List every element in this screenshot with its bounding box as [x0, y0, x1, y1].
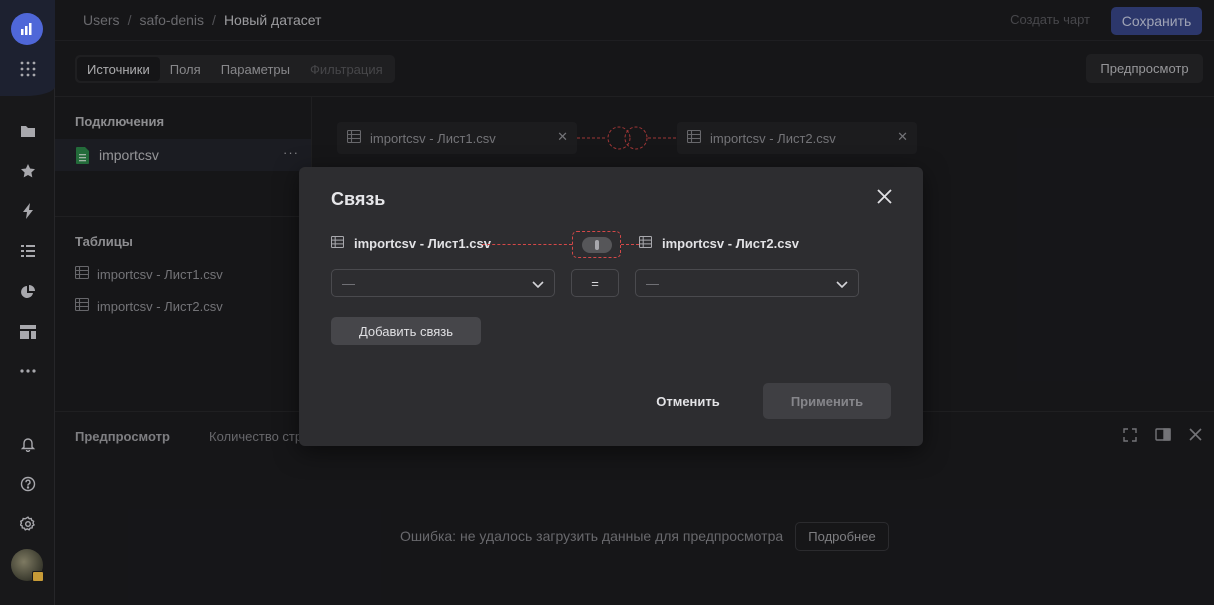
relation-left-table-name: importcsv - Лист1.csv: [354, 236, 491, 251]
right-field-select[interactable]: —: [635, 269, 859, 297]
more-icon[interactable]: [0, 359, 55, 383]
dashboard-icon[interactable]: [0, 320, 55, 344]
bell-icon[interactable]: [0, 432, 55, 456]
relation-line: [482, 244, 572, 245]
lightning-icon[interactable]: [0, 199, 55, 223]
relation-dialog: Связь importcsv - Лист1.csv importcsv - …: [299, 167, 923, 446]
table-icon: [330, 235, 345, 251]
close-icon[interactable]: [877, 189, 895, 207]
relation-left-table: importcsv - Лист1.csv: [330, 235, 491, 251]
user-avatar[interactable]: [11, 549, 44, 582]
right-field-value: —: [646, 275, 659, 291]
settings-gear-icon[interactable]: [0, 512, 55, 536]
folder-icon[interactable]: [0, 119, 55, 143]
datalens-logo-icon[interactable]: [11, 13, 43, 45]
help-icon[interactable]: [0, 472, 55, 496]
cancel-button[interactable]: Отменить: [642, 383, 734, 419]
left-field-value: —: [342, 275, 355, 291]
app-root: Users / safo-denis / Новый датасет Создать ч…: [0, 0, 1214, 605]
add-relation-button[interactable]: Добавить связь: [331, 317, 481, 345]
dialog-title: Связь: [331, 189, 386, 209]
star-icon[interactable]: [0, 159, 55, 183]
apps-grid-icon[interactable]: [0, 57, 55, 81]
apply-button[interactable]: Применить: [763, 383, 891, 419]
lock-badge-icon: [32, 571, 44, 582]
pie-chart-icon[interactable]: [0, 280, 55, 304]
join-type-toggle[interactable]: [572, 231, 621, 258]
table-icon: [638, 235, 653, 251]
relation-right-table-name: importcsv - Лист2.csv: [662, 236, 799, 251]
relation-right-table: importcsv - Лист2.csv: [638, 235, 799, 251]
operator-select[interactable]: =: [571, 269, 619, 297]
dataset-list-icon[interactable]: [0, 239, 55, 263]
chevron-down-icon: [836, 277, 848, 292]
join-type-icon: [581, 236, 612, 253]
left-field-select[interactable]: —: [331, 269, 555, 297]
relation-line: [621, 244, 639, 245]
chevron-down-icon: [532, 277, 544, 292]
left-nav-rail: [0, 0, 55, 605]
